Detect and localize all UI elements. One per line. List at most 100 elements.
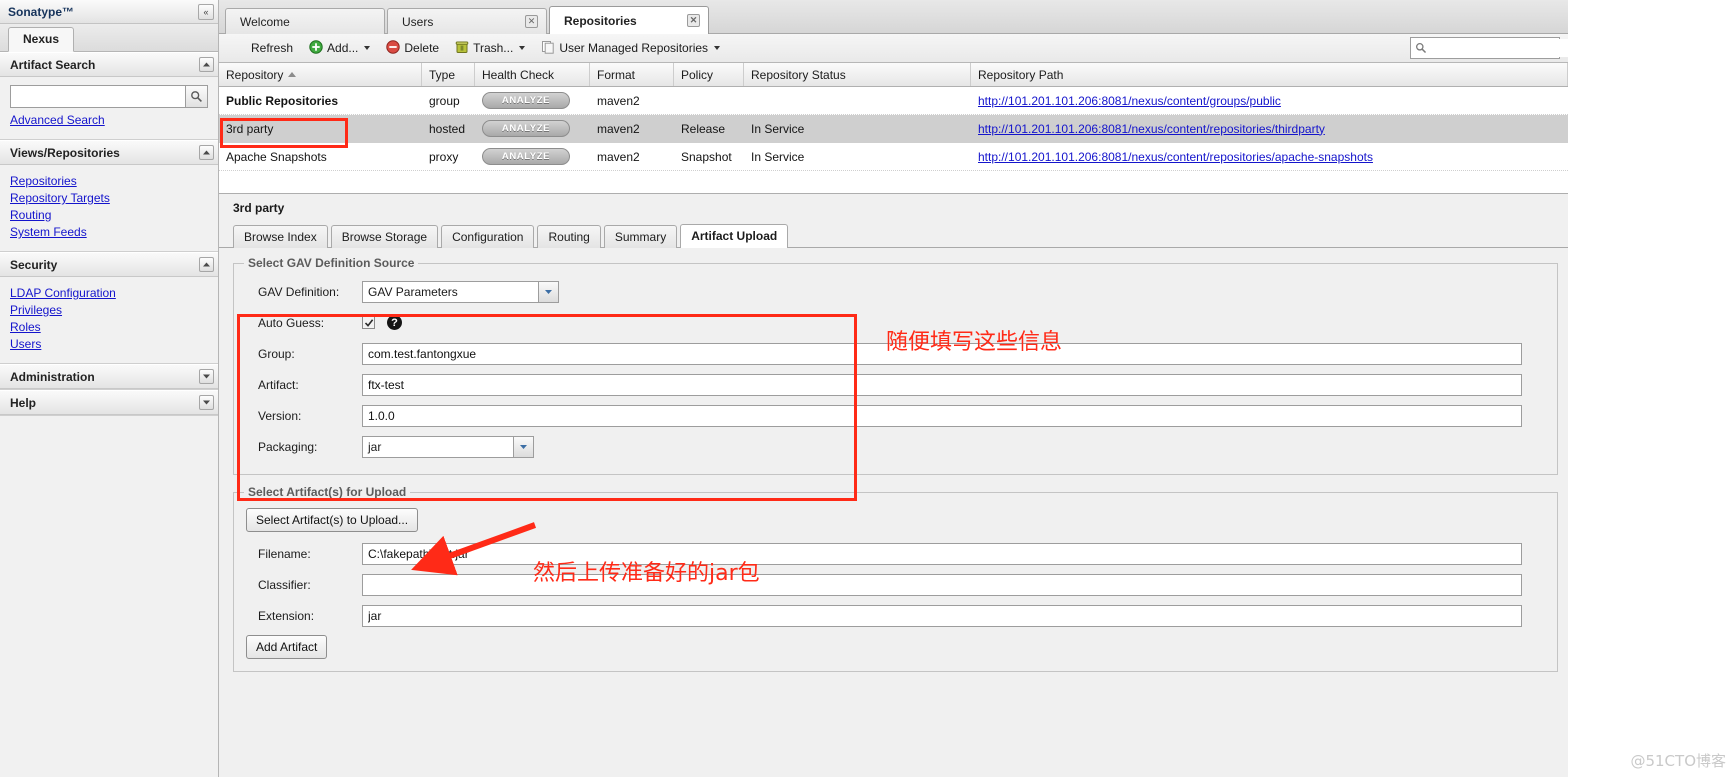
gav-definition-label: GAV Definition:	[258, 284, 340, 299]
brand-title: Sonatype™	[8, 4, 75, 19]
column-header-type[interactable]: Type	[422, 63, 475, 86]
sidebar-tab-nexus[interactable]: Nexus	[8, 27, 75, 52]
chevron-down-icon[interactable]	[513, 435, 534, 458]
sidebar-item-ldap-configuration[interactable]: LDAP Configuration	[10, 285, 208, 302]
sort-ascending-icon	[288, 72, 297, 77]
artifact-upload-legend: Select Artifact(s) for Upload	[248, 485, 407, 499]
analyze-button[interactable]: ANALYZE	[482, 148, 570, 165]
tab-browse-index[interactable]: Browse Index	[233, 225, 328, 248]
panel-title-help: Help	[10, 395, 37, 410]
tab-artifact-upload[interactable]: Artifact Upload	[680, 224, 789, 248]
repository-path-link[interactable]: http://101.201.101.206:8081/nexus/conten…	[978, 122, 1325, 136]
tab-users[interactable]: Users ✕	[387, 8, 547, 34]
cell-repository-path: http://101.201.101.206:8081/nexus/conten…	[971, 150, 1568, 164]
search-icon[interactable]	[185, 85, 208, 108]
panel-header-administration[interactable]: Administration	[0, 364, 218, 389]
tab-welcome[interactable]: Welcome	[225, 8, 385, 34]
close-icon[interactable]: ✕	[525, 15, 538, 28]
sidebar-item-routing[interactable]: Routing	[10, 207, 208, 224]
column-header-health-check[interactable]: Health Check	[475, 63, 590, 86]
close-icon[interactable]: ✕	[687, 14, 700, 27]
add-artifact-button[interactable]: Add Artifact	[246, 635, 328, 659]
chevron-down-icon[interactable]	[199, 369, 214, 384]
artifact-input[interactable]	[362, 373, 1522, 396]
sidebar-item-users[interactable]: Users	[10, 336, 208, 353]
collapse-sidebar-icon[interactable]: «	[198, 3, 214, 20]
analyze-button[interactable]: ANALYZE	[482, 92, 570, 109]
column-header-policy[interactable]: Policy	[674, 63, 744, 86]
tab-configuration[interactable]: Configuration	[441, 225, 535, 248]
copy-icon	[541, 40, 555, 57]
sidebar-item-repository-targets[interactable]: Repository Targets	[10, 190, 208, 207]
artifact-search-input[interactable]	[10, 85, 185, 108]
column-header-format[interactable]: Format	[590, 63, 674, 86]
repository-filter-label: User Managed Repositories	[559, 41, 709, 55]
select-artifacts-button[interactable]: Select Artifact(s) to Upload...	[246, 508, 419, 532]
column-label-repository: Repository	[226, 67, 284, 82]
cell-health-check: ANALYZE	[475, 92, 590, 109]
add-icon	[309, 39, 323, 57]
gav-definition-value: GAV Parameters	[362, 280, 538, 303]
tab-repositories[interactable]: Repositories ✕	[549, 6, 709, 34]
chevron-up-icon[interactable]	[199, 257, 214, 272]
gav-definition-select[interactable]: GAV Parameters	[362, 280, 559, 303]
table-row[interactable]: Public Repositories group ANALYZE maven2…	[219, 87, 1568, 115]
add-button[interactable]: Add...	[303, 37, 376, 60]
tab-browse-storage[interactable]: Browse Storage	[330, 225, 439, 248]
repository-path-link[interactable]: http://101.201.101.206:8081/nexus/conten…	[978, 150, 1373, 164]
packaging-select[interactable]: jar	[362, 435, 534, 458]
analyze-button[interactable]: ANALYZE	[482, 120, 570, 137]
chevron-down-icon[interactable]	[519, 46, 526, 50]
main-area: Welcome Users ✕ Repositories ✕ Refresh A…	[219, 0, 1586, 777]
chevron-down-icon[interactable]	[714, 46, 721, 50]
help-icon[interactable]: ?	[387, 315, 402, 330]
panel-views-repositories: Views/Repositories Repositories Reposito…	[0, 140, 218, 252]
panel-header-security[interactable]: Security	[0, 252, 218, 277]
detail-panel-title: 3rd party	[219, 194, 1568, 222]
chevron-up-icon[interactable]	[199, 145, 214, 160]
sidebar-item-repositories[interactable]: Repositories	[10, 173, 208, 190]
version-row: Version:	[244, 400, 1547, 431]
sidebar-item-system-feeds[interactable]: System Feeds	[10, 224, 208, 241]
sidebar-item-privileges[interactable]: Privileges	[10, 302, 208, 319]
panel-header-views-repositories[interactable]: Views/Repositories	[0, 140, 218, 165]
trash-button[interactable]: Trash...	[449, 37, 531, 60]
toolbar-search-box[interactable]	[1410, 37, 1586, 59]
packaging-label: Packaging:	[258, 439, 318, 454]
column-label-format: Format	[597, 67, 636, 82]
trash-label: Trash...	[473, 41, 514, 55]
column-header-repository-status[interactable]: Repository Status	[744, 63, 971, 86]
cell-repository: Public Repositories	[226, 93, 339, 108]
version-label: Version:	[258, 408, 302, 423]
sidebar-item-roles[interactable]: Roles	[10, 319, 208, 336]
chevron-down-icon[interactable]	[538, 280, 559, 303]
extension-input[interactable]	[362, 604, 1522, 627]
tab-repositories-label: Repositories	[564, 13, 637, 28]
auto-guess-checkbox[interactable]	[362, 316, 375, 329]
column-header-repository-path[interactable]: Repository Path	[971, 63, 1568, 86]
cell-health-check: ANALYZE	[475, 120, 590, 137]
chevron-down-icon[interactable]	[199, 395, 214, 410]
version-input[interactable]	[362, 404, 1522, 427]
sidebar-tabstrip: Nexus	[0, 24, 218, 52]
artifact-upload-group: Select Artifact(s) for Upload Select Art…	[233, 485, 1558, 672]
panel-header-artifact-search[interactable]: Artifact Search	[0, 52, 218, 77]
delete-button[interactable]: Delete	[380, 37, 445, 60]
tab-routing[interactable]: Routing	[537, 225, 601, 248]
sidebar-link-advanced-search[interactable]: Advanced Search	[10, 112, 208, 129]
repository-filter-button[interactable]: User Managed Repositories	[535, 37, 726, 60]
chevron-up-icon[interactable]	[199, 57, 214, 72]
repository-path-link[interactable]: http://101.201.101.206:8081/nexus/conten…	[978, 94, 1281, 108]
refresh-button[interactable]: Refresh	[245, 38, 299, 58]
column-label-type: Type	[429, 67, 456, 82]
artifact-label: Artifact:	[258, 377, 299, 392]
chevron-down-icon[interactable]	[364, 46, 371, 50]
panel-body-views-repositories: Repositories Repository Targets Routing …	[0, 165, 218, 251]
table-row[interactable]: Apache Snapshots proxy ANALYZE maven2 Sn…	[219, 143, 1568, 171]
tab-summary[interactable]: Summary	[603, 225, 678, 248]
delete-label: Delete	[404, 41, 440, 55]
table-row[interactable]: 3rd party hosted ANALYZE maven2 Release …	[219, 115, 1568, 143]
column-header-repository[interactable]: Repository	[219, 63, 422, 86]
toolbar-search-input[interactable]	[1427, 39, 1586, 57]
panel-header-help[interactable]: Help	[0, 390, 218, 415]
